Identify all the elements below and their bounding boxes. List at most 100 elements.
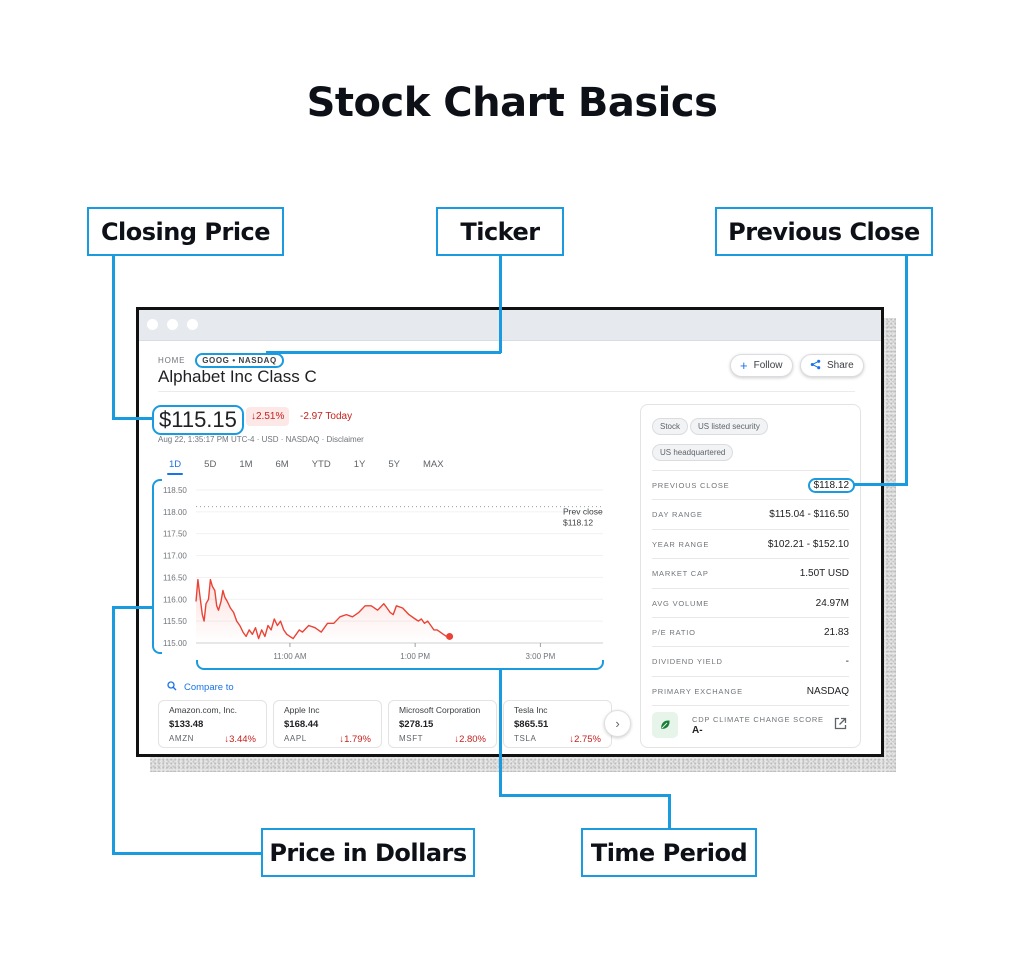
connector-ticker — [266, 351, 501, 354]
y-tick-label: 117.00 — [163, 552, 187, 561]
peer-price: $278.15 — [399, 719, 434, 730]
cdp-value: A- — [692, 725, 703, 736]
peer-name: Apple Inc — [284, 705, 320, 715]
callout-closing-price: Closing Price — [87, 207, 284, 256]
stat-row: DIVIDEND YIELD - — [652, 646, 849, 676]
peer-price: $865.51 — [514, 719, 549, 730]
stat-label: AVG VOLUME — [652, 598, 710, 608]
browser-window: HOME GOOG • NASDAQ Alphabet Inc Class C … — [136, 307, 884, 757]
y-tick-label: 115.50 — [163, 617, 187, 626]
callout-ticker: Ticker — [436, 207, 564, 256]
peer-price: $168.44 — [284, 719, 319, 730]
follow-label: Follow — [753, 360, 783, 371]
stat-value: 24.97M — [815, 597, 849, 609]
cdp-score-row[interactable]: CDP CLIMATE CHANGE SCORE A- — [652, 705, 849, 742]
stat-row: YEAR RANGE $102.21 - $152.10 — [652, 528, 849, 559]
peer-name: Microsoft Corporation — [399, 705, 481, 715]
stat-row: DAY RANGE $115.04 - $116.50 — [652, 499, 849, 529]
previous-close-value: $118.12 — [807, 478, 855, 493]
stat-value: $115.04 - $116.50 — [769, 509, 849, 521]
peer-symbol: AMZN — [169, 734, 195, 743]
stat-value: - — [845, 656, 849, 668]
cdp-label: CDP CLIMATE CHANGE SCORE — [692, 715, 824, 724]
peer-symbol: AAPL — [284, 734, 307, 743]
stat-label: YEAR RANGE — [652, 539, 710, 549]
peer-symbol: TSLA — [514, 734, 537, 743]
peer-name: Tesla Inc — [514, 705, 548, 715]
connector-ticker — [499, 256, 502, 353]
share-button[interactable]: Share — [800, 354, 864, 377]
stat-value: 1.50T USD — [799, 568, 849, 580]
connector-previous-close — [853, 483, 908, 486]
connector-price-in-dollars — [112, 606, 154, 609]
connector-time-period — [668, 794, 671, 829]
stat-value: NASDAQ — [806, 685, 849, 697]
category-chip[interactable]: US listed security — [690, 418, 768, 435]
connector-previous-close — [905, 256, 908, 485]
peer-change: ↓1.79% — [339, 734, 371, 745]
connector-price-in-dollars — [112, 852, 262, 855]
previous-close-label: Prev close — [563, 507, 603, 517]
stat-label: PREVIOUS CLOSE — [652, 481, 730, 490]
browser-titlebar — [139, 310, 881, 341]
peer-card[interactable]: Apple Inc $168.44 AAPL ↓1.79% — [273, 700, 382, 748]
search-icon — [167, 681, 177, 694]
stats-panel: Stock US listed securityUS headquartered … — [640, 404, 861, 748]
compare-to-link[interactable]: Compare to — [167, 681, 234, 694]
stat-row: MARKET CAP 1.50T USD — [652, 558, 849, 588]
plus-icon: + — [740, 358, 748, 373]
category-chip[interactable]: Stock — [652, 418, 689, 435]
time-axis-bracket — [196, 660, 604, 670]
stat-label: PRIMARY EXCHANGE — [652, 686, 743, 696]
connector-time-period — [499, 794, 670, 797]
price-area — [196, 579, 450, 643]
peer-card[interactable]: Tesla Inc $865.51 TSLA ↓2.75% — [503, 700, 612, 748]
y-tick-label: 118.00 — [163, 508, 187, 517]
share-icon — [810, 359, 821, 372]
window-dot — [167, 319, 178, 330]
peer-name: Amazon.com, Inc. — [169, 705, 238, 715]
next-peers-button[interactable]: › — [604, 710, 631, 737]
peer-change: ↓3.44% — [224, 734, 256, 745]
compare-label: Compare to — [184, 682, 234, 693]
previous-close-value-label: $118.12 — [563, 518, 593, 528]
connector-price-in-dollars — [112, 606, 115, 854]
category-chip[interactable]: US headquartered — [652, 444, 734, 461]
current-price-marker — [446, 632, 454, 640]
peer-change: ↓2.75% — [569, 734, 601, 745]
infographic-title: Stock Chart Basics — [306, 80, 718, 126]
peer-card[interactable]: Microsoft Corporation $278.15 MSFT ↓2.80… — [388, 700, 497, 748]
stat-label: P/E RATIO — [652, 628, 696, 637]
stat-value: $102.21 - $152.10 — [767, 538, 849, 550]
stat-label: MARKET CAP — [652, 569, 709, 579]
follow-button[interactable]: + Follow — [730, 354, 793, 377]
y-tick-label: 115.00 — [163, 639, 187, 648]
stat-value: 21.83 — [823, 627, 849, 638]
chevron-right-icon: › — [615, 716, 620, 731]
peer-card[interactable]: Amazon.com, Inc. $133.48 AMZN ↓3.44% — [158, 700, 267, 748]
window-dot — [187, 319, 198, 330]
callout-time-period: Time Period — [581, 828, 757, 877]
stat-label: DAY RANGE — [652, 510, 703, 520]
y-tick-label: 116.50 — [163, 573, 187, 582]
price-axis-bracket — [152, 479, 162, 654]
stat-row: AVG VOLUME 24.97M — [652, 587, 849, 618]
stat-label: DIVIDEND YIELD — [652, 657, 723, 667]
y-tick-label: 118.50 — [163, 486, 187, 495]
stat-row: P/E RATIO 21.83 — [652, 617, 849, 647]
leaf-icon — [652, 712, 678, 738]
window-dot — [147, 319, 158, 330]
peer-price: $133.48 — [169, 719, 204, 730]
stat-row: PREVIOUS CLOSE $118.12 — [652, 470, 855, 500]
external-link-icon[interactable] — [834, 717, 847, 735]
peer-symbol: MSFT — [399, 734, 424, 743]
callout-previous-close: Previous Close — [715, 207, 933, 256]
y-tick-label: 117.50 — [163, 530, 187, 539]
peer-change: ↓2.80% — [454, 734, 486, 745]
callout-price-in-dollars: Price in Dollars — [261, 828, 475, 877]
connector-closing-price — [112, 417, 152, 420]
price-chart: 118.50 118.00 117.50 117.00 116.50 116.00 115.… — [163, 486, 603, 661]
category-chips: Stock US listed security US headquartered — [652, 416, 852, 468]
y-tick-label: 116.00 — [163, 595, 187, 604]
stat-row: PRIMARY EXCHANGE NASDAQ — [652, 675, 849, 706]
